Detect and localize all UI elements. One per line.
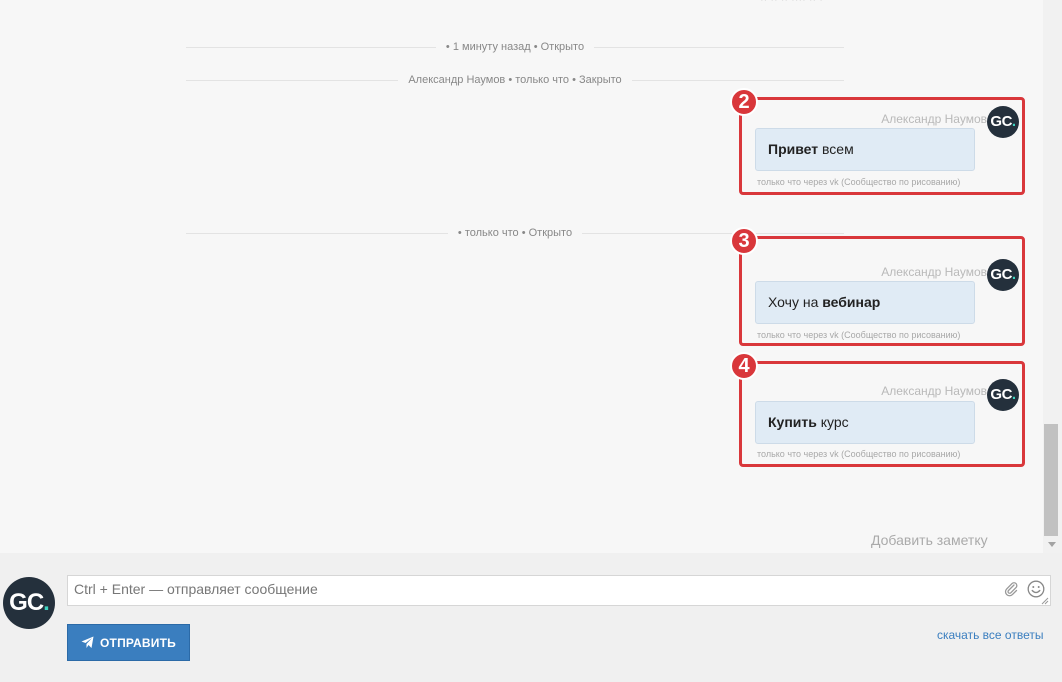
message-composer: GC. ОТПРАВИТЬ скачать все ответы [0, 553, 1062, 682]
download-all-answers-link[interactable]: скачать все ответы [937, 628, 1043, 642]
message-bubble: Купить курс [755, 401, 975, 444]
avatar-letters: GC [990, 113, 1012, 130]
message-meta: только что через vk (Сообщество по рисов… [757, 330, 961, 340]
avatar-dot: . [1011, 266, 1016, 283]
message-bold-text: Купить [768, 414, 817, 430]
author-name: Александр Наумов [881, 265, 987, 279]
avatar-letters: GC [9, 589, 44, 616]
avatar-dot: . [1011, 113, 1016, 130]
step-badge: 3 [730, 227, 758, 255]
status-separator: • 1 минуту назад • Открыто [186, 41, 844, 53]
sender-avatar: GC. [987, 379, 1019, 411]
send-button-label: ОТПРАВИТЬ [100, 635, 176, 650]
current-user-avatar: GC. [3, 577, 55, 629]
message-bubble: Привет всем [755, 128, 975, 171]
send-button[interactable]: ОТПРАВИТЬ [67, 624, 190, 661]
message-text: Хочу на [768, 294, 823, 310]
cut-off-text: ·· ·· ·· ···· ·· · [760, 0, 823, 6]
avatar-dot: . [1011, 386, 1016, 403]
send-plane-icon [81, 636, 94, 648]
chat-history: ·· ·· ·· ···· ·· · • 1 минуту назад • От… [0, 0, 1062, 553]
add-note-link[interactable]: Добавить заметку [871, 532, 988, 548]
resize-grip-icon[interactable] [1041, 597, 1049, 605]
step-badge: 2 [730, 88, 758, 116]
paperclip-icon[interactable] [1003, 581, 1019, 597]
separator-label: Александр Наумов • только что • Закрыто [398, 74, 632, 86]
message-bold-text: Привет [768, 141, 819, 157]
message-meta: только что через vk (Сообщество по рисов… [757, 449, 961, 459]
message-bubble: Хочу на вебинар [755, 281, 975, 324]
smile-icon[interactable] [1027, 580, 1045, 598]
message-text: всем [818, 141, 854, 157]
scroll-down-arrow-icon[interactable] [1048, 542, 1056, 547]
author-name: Александр Наумов [881, 384, 987, 398]
scroll-thumb[interactable] [1044, 424, 1058, 536]
separator-label: • 1 минуту назад • Открыто [435, 41, 595, 53]
author-name: Александр Наумов [881, 112, 987, 126]
message-text: курс [816, 414, 849, 430]
sender-avatar: GC. [987, 259, 1019, 291]
sender-avatar: GC. [987, 106, 1019, 138]
status-separator: Александр Наумов • только что • Закрыто [186, 74, 844, 86]
scrollbar[interactable] [1043, 0, 1062, 553]
message-bold-text: вебинар [822, 294, 881, 310]
avatar-letters: GC [990, 266, 1012, 283]
avatar-dot: . [43, 589, 50, 616]
step-badge: 4 [730, 352, 758, 380]
message-input[interactable] [67, 575, 1051, 606]
avatar-letters: GC [990, 386, 1012, 403]
message-meta: только что через vk (Сообщество по рисов… [757, 177, 961, 187]
separator-label: • только что • Открыто [447, 227, 583, 239]
